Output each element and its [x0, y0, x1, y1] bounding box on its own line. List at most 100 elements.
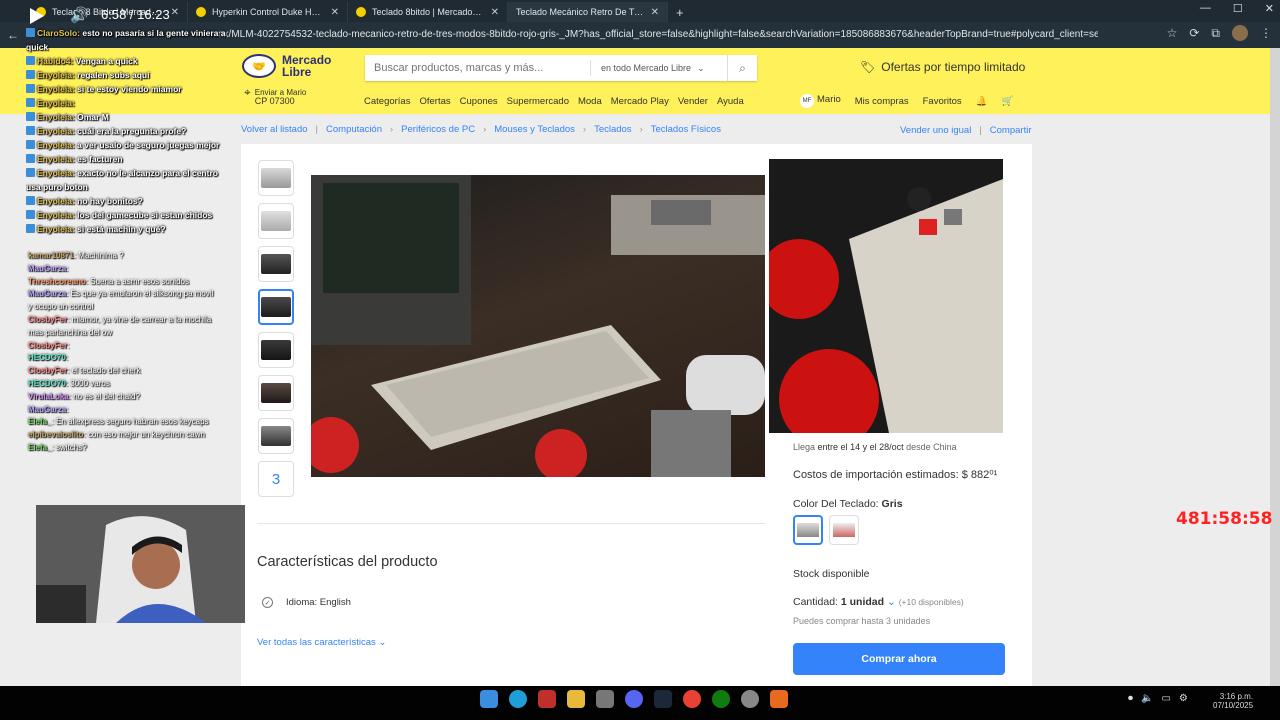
nav-vender[interactable]: Vender — [678, 96, 708, 107]
user-menu[interactable]: MF Mario — [800, 94, 841, 108]
sell-same-link[interactable]: Vender uno igual — [900, 125, 971, 136]
knob — [907, 187, 931, 211]
steam-icon[interactable] — [654, 690, 672, 708]
menu-icon[interactable]: ⋮ — [1260, 26, 1272, 40]
feature-text: Idioma: English — [286, 597, 351, 608]
offers-link[interactable]: 🏷 Ofertas por tiempo limitado — [860, 60, 1025, 74]
page-scrollbar[interactable] — [1270, 48, 1280, 686]
chat-user: Enyoleia: — [37, 154, 75, 164]
keyboard-thumb-image — [261, 383, 291, 403]
app-icon[interactable] — [538, 690, 556, 708]
nav-ofertas[interactable]: Ofertas — [419, 96, 450, 107]
product-main-image[interactable] — [311, 175, 765, 477]
settings-icon[interactable]: ⚙ — [1179, 693, 1188, 704]
bell-icon[interactable]: 🔔 — [976, 96, 988, 107]
nav-cupones[interactable]: Cupones — [460, 96, 498, 107]
nav-ayuda[interactable]: Ayuda — [717, 96, 744, 107]
swatch-image — [833, 523, 855, 537]
speaker-icon[interactable]: 🔈 — [1141, 693, 1153, 704]
quantity-selector[interactable]: Cantidad: 1 unidad ⌄ (+10 disponibles) — [793, 596, 964, 608]
breadcrumb-item[interactable]: Teclados Físicos — [651, 124, 721, 135]
chat-user: kamar10871 — [28, 251, 74, 260]
color-swatch-rojo[interactable] — [829, 515, 859, 545]
play-icon[interactable] — [30, 8, 44, 24]
new-tab-icon[interactable]: + — [668, 2, 692, 22]
app-icon[interactable] — [770, 690, 788, 708]
badge-icon — [26, 28, 35, 37]
back-arrow-icon[interactable]: ← — [0, 28, 26, 42]
breadcrumb-item[interactable]: Mouses y Teclados — [494, 124, 575, 135]
thumbnail[interactable] — [258, 375, 294, 411]
minimize-icon[interactable]: — — [1200, 2, 1211, 15]
keyboard-thumb-image — [261, 297, 291, 317]
thumbnail[interactable] — [258, 332, 294, 368]
color-swatch-gris[interactable] — [793, 515, 823, 545]
red-button — [535, 429, 587, 477]
chat-line: Enyoleia: — [26, 96, 232, 110]
close-window-icon[interactable]: ✕ — [1265, 2, 1274, 15]
thumbnail[interactable] — [258, 160, 294, 196]
cart-icon[interactable]: 🛒 — [1002, 96, 1014, 107]
favorites-link[interactable]: Favoritos — [923, 96, 962, 107]
breadcrumb-item[interactable]: Computación — [326, 124, 382, 135]
buy-now-button[interactable]: Comprar ahora — [793, 643, 1005, 675]
edge-icon[interactable] — [509, 690, 527, 708]
profile-avatar[interactable] — [1232, 25, 1248, 41]
chat-line: Enyoleia: si está machin y qué? — [26, 222, 232, 236]
thumbnail-more[interactable]: 3 — [258, 461, 294, 497]
ship-to[interactable]: ⌖ Enviar a Mario CP 07300 — [244, 86, 306, 106]
back-to-list-link[interactable]: Volver al listado — [241, 124, 308, 135]
search-button[interactable]: ⌕ — [727, 55, 757, 81]
breadcrumb-item[interactable]: Teclados — [594, 124, 632, 135]
browser-tab[interactable]: Teclado 8bitdo | MercadoLibre 📦 ✕ — [348, 2, 508, 22]
search-scope-select[interactable]: en todo Mercado Libre ⌄ — [590, 60, 720, 76]
url-field[interactable]: nx/MLM-4022754532-teclado-mecanico-retro… — [218, 26, 1098, 44]
chrome-icon[interactable] — [683, 690, 701, 708]
chat-line: MauGarza: — [28, 263, 218, 276]
chat-line: Habido4: Vengan a quick — [26, 54, 232, 68]
share-link[interactable]: Compartir — [990, 125, 1032, 136]
chevron-right-icon: › — [582, 124, 587, 135]
close-icon[interactable]: ✕ — [331, 7, 339, 18]
refresh-icon[interactable]: ⟳ — [1189, 26, 1199, 40]
chat-line: Enyoleia: es facturen — [26, 152, 232, 166]
chat-user: Enyoleia: — [37, 98, 75, 108]
toggle-icon[interactable]: ⏺ — [1128, 693, 1133, 704]
discord-icon[interactable] — [625, 690, 643, 708]
my-purchases-link[interactable]: Mis compras — [855, 96, 909, 107]
thumbnail[interactable] — [258, 203, 294, 239]
nav-mercado-play[interactable]: Mercado Play — [611, 96, 669, 107]
thumbnail[interactable] — [258, 246, 294, 282]
chat-user: Enyoleia: — [37, 112, 75, 122]
mercadolibre-logo[interactable]: 🤝 Mercado Libre — [242, 54, 342, 78]
file-explorer-icon[interactable] — [567, 690, 585, 708]
browser-tab-active[interactable]: Teclado Mecánico Retro De Tres M ✕ — [508, 2, 668, 22]
xbox-icon[interactable] — [712, 690, 730, 708]
volume-icon[interactable]: 🔊 — [70, 6, 89, 24]
chat-line: Enyoleia: exacto no le alcanzo para el c… — [26, 166, 232, 194]
search-input[interactable] — [365, 62, 590, 74]
subtitles-icon[interactable]: ▭ — [1161, 693, 1170, 704]
extensions-icon[interactable]: ⧉ — [1211, 26, 1220, 41]
app-icon[interactable] — [741, 690, 759, 708]
badge-icon — [26, 168, 35, 177]
nav-supermercado[interactable]: Supermercado — [507, 96, 569, 107]
system-tray: ⏺ 🔈 ▭ ⚙ — [1128, 693, 1188, 704]
chat-user: ClosbyFer — [28, 366, 68, 376]
nav-moda[interactable]: Moda — [578, 96, 602, 107]
thumbnail-selected[interactable] — [258, 289, 294, 325]
all-features-link[interactable]: Ver todas las características ⌄ — [257, 637, 386, 648]
nav-categorias[interactable]: Categorías — [364, 96, 410, 107]
breadcrumb-item[interactable]: Periféricos de PC — [401, 124, 475, 135]
close-icon[interactable]: ✕ — [491, 7, 499, 18]
maximize-icon[interactable]: ☐ — [1233, 2, 1243, 15]
search-box: en todo Mercado Libre ⌄ ⌕ — [365, 55, 757, 81]
star-icon[interactable]: ☆ — [1167, 26, 1178, 40]
app-icon[interactable] — [596, 690, 614, 708]
offers-label: Ofertas por tiempo limitado — [881, 60, 1026, 74]
windows-start-icon[interactable] — [480, 690, 498, 708]
chevron-right-icon: › — [390, 124, 394, 135]
chat-text: : Suena a asmr esos sonidos — [85, 276, 189, 286]
thumbnail[interactable] — [258, 418, 294, 454]
close-icon[interactable]: ✕ — [651, 7, 659, 18]
